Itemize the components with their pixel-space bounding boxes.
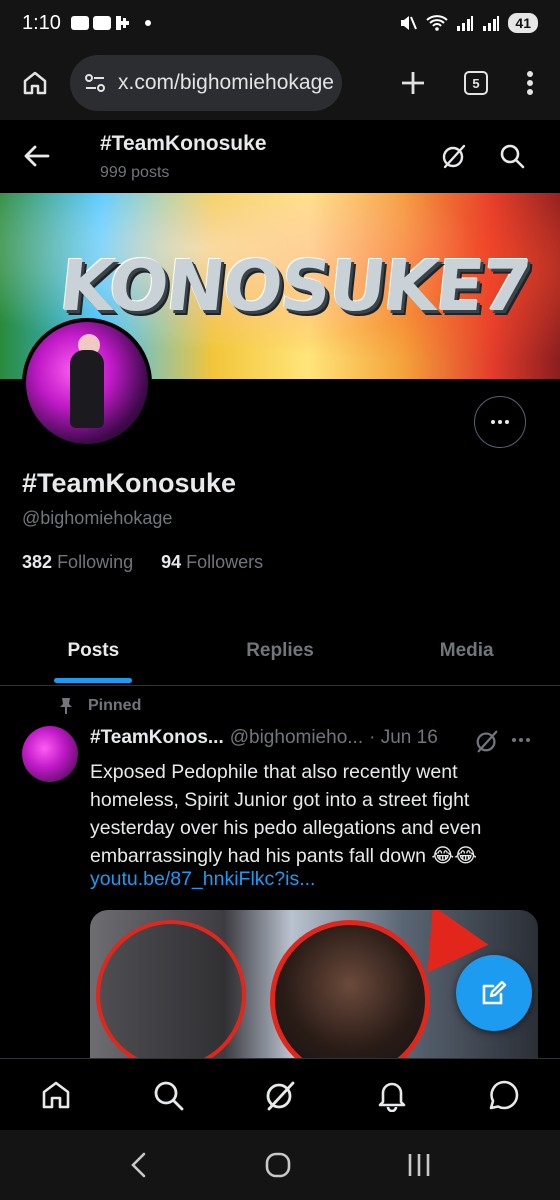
home-icon <box>42 1081 70 1108</box>
status-bar: 1:10 41 <box>0 0 560 46</box>
post-text: Exposed Pedophile that also recently wen… <box>90 761 482 867</box>
follow-stats: 382 Following 94 Followers <box>22 552 263 573</box>
site-settings-icon[interactable] <box>84 73 106 93</box>
more-dot-icon <box>512 738 516 742</box>
browser-home-button[interactable] <box>0 69 70 97</box>
profile-avatar[interactable] <box>22 318 152 448</box>
post-link[interactable]: youtu.be/87_hnkiFlkc?is... <box>90 868 315 891</box>
browser-toolbar: x.com/bighomiehokage 5 <box>0 46 560 120</box>
mute-icon <box>401 16 418 30</box>
youtube-icon <box>70 16 89 30</box>
tab-replies[interactable]: Replies <box>187 616 374 685</box>
avatar-character-body <box>70 350 104 428</box>
back-arrow-icon[interactable] <box>22 142 50 170</box>
following-link[interactable]: 382 Following <box>22 552 133 573</box>
pin-icon <box>60 698 72 714</box>
messages-icon <box>489 1080 519 1109</box>
followers-label: Followers <box>186 552 264 572</box>
more-dot-icon <box>505 420 509 424</box>
more-dot-icon <box>519 738 523 742</box>
following-label: Following <box>57 552 134 572</box>
header-post-count: 999 posts <box>100 164 170 181</box>
more-dot-icon <box>491 420 495 424</box>
signal-icon <box>483 16 500 31</box>
profile-name: #TeamKonosuke <box>22 468 237 498</box>
new-tab-icon[interactable] <box>400 70 426 96</box>
system-home-icon[interactable] <box>264 1151 292 1179</box>
battery-badge: 41 <box>508 13 538 33</box>
nav-grok[interactable] <box>252 1067 308 1123</box>
profile-header: #TeamKonosuke 999 posts <box>0 120 560 192</box>
search-icon <box>154 1081 184 1110</box>
compose-icon <box>482 980 507 1005</box>
post-date[interactable]: · Jun 16 <box>369 727 438 749</box>
url-text[interactable]: x.com/bighomiehokage <box>118 71 338 95</box>
kick-icon <box>115 16 129 30</box>
notification-dot-icon <box>144 20 151 26</box>
grok-icon <box>266 1081 295 1110</box>
tab-posts[interactable]: Posts <box>0 616 187 685</box>
notifications-icon <box>378 1082 406 1112</box>
tab-media[interactable]: Media <box>373 616 560 685</box>
following-count: 382 <box>22 552 53 572</box>
active-tab-indicator <box>54 678 132 683</box>
post-avatar[interactable] <box>22 726 78 782</box>
nav-search[interactable] <box>140 1067 196 1123</box>
compose-post-button[interactable] <box>456 955 532 1031</box>
system-back-icon[interactable] <box>127 1151 151 1179</box>
more-dot-icon <box>498 420 502 424</box>
profile-handle: @bighomiehokage <box>22 508 173 528</box>
followers-count: 94 <box>161 552 182 572</box>
browser-menu-icon[interactable] <box>526 70 534 96</box>
profile-more-button[interactable] <box>474 396 526 448</box>
pinned-label: Pinned <box>88 697 142 714</box>
post-author-handle[interactable]: @bighomieho... <box>230 727 363 749</box>
youtube-icon <box>92 16 111 30</box>
pinned-indicator: Pinned <box>58 697 141 715</box>
nav-messages[interactable] <box>476 1067 532 1123</box>
bottom-navigation <box>0 1058 560 1130</box>
post-more-button[interactable] <box>512 738 530 742</box>
post-header: #TeamKonos... @bighomieho... · Jun 16 <box>90 727 438 749</box>
tab-switcher-button[interactable]: 5 <box>464 71 488 95</box>
home-icon <box>23 71 47 95</box>
header-title: #TeamKonosuke <box>100 132 267 155</box>
more-dot-icon <box>526 738 530 742</box>
signal-icon <box>457 16 474 31</box>
url-bar[interactable]: x.com/bighomiehokage <box>70 55 342 111</box>
followers-link[interactable]: 94 Followers <box>161 552 263 573</box>
post-author-name[interactable]: #TeamKonos... <box>90 727 224 749</box>
grok-icon[interactable] <box>440 142 468 170</box>
media-highlight-circle <box>270 920 430 1062</box>
android-system-nav <box>0 1130 560 1200</box>
system-recents-icon[interactable] <box>405 1152 433 1178</box>
profile-tabs: Posts Replies Media <box>0 616 560 686</box>
status-time: 1:10 <box>22 11 61 34</box>
wifi-icon <box>426 15 449 31</box>
status-notification-icons <box>70 15 151 31</box>
banner-logo-text: KONOSUKE7 <box>55 245 534 327</box>
search-icon[interactable] <box>498 142 526 170</box>
nav-home[interactable] <box>28 1067 84 1123</box>
status-right: 41 <box>398 13 538 33</box>
nav-notifications[interactable] <box>364 1067 420 1123</box>
media-highlight-circle <box>96 920 246 1062</box>
grok-icon[interactable] <box>474 728 500 754</box>
browser-actions: 5 <box>400 70 560 96</box>
